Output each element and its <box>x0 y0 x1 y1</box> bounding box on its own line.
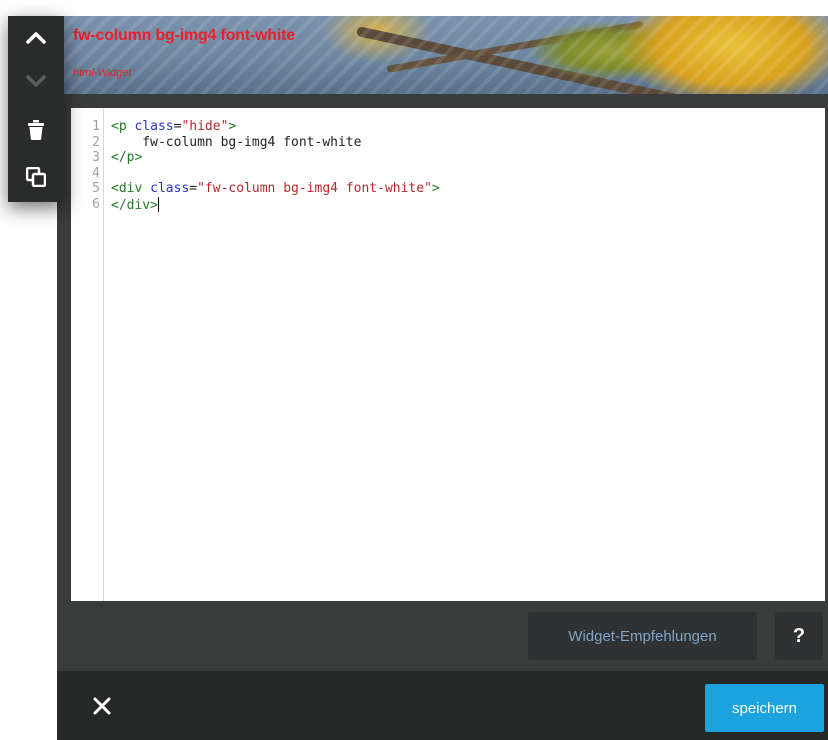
line-number: 2 <box>92 134 100 150</box>
line-numbers: 1 2 3 4 5 6 <box>71 108 104 601</box>
text-cursor <box>157 196 159 212</box>
code-editor[interactable]: 1 2 3 4 5 6 <p class="hide"> fw-column b… <box>71 108 825 601</box>
save-button[interactable]: speichern <box>705 684 824 732</box>
widget-editor-panel: fw-column bg-img4 font-white html-Widget… <box>57 16 828 740</box>
chevron-up-icon <box>26 32 46 44</box>
editor-footer: speichern <box>57 671 828 740</box>
close-button[interactable] <box>87 691 117 721</box>
widget-recommendations-button[interactable]: Widget-Empfehlungen <box>528 612 757 660</box>
widget-type-label: html-Widget <box>73 67 132 79</box>
line-number: 6 <box>92 196 100 212</box>
line-number: 1 <box>92 119 100 134</box>
duplicate-button[interactable] <box>8 159 64 195</box>
code-line: <div class="fw-column bg-img4 font-white… <box>111 181 440 196</box>
help-button[interactable]: ? <box>775 612 823 660</box>
line-number: 5 <box>92 181 100 196</box>
widget-title: fw-column bg-img4 font-white <box>73 27 295 44</box>
code-line: fw-column bg-img4 font-white <box>111 134 362 150</box>
move-up-button[interactable] <box>8 19 64 55</box>
close-icon <box>93 697 111 715</box>
code-line: </div> <box>111 196 159 213</box>
delete-button[interactable] <box>8 112 64 148</box>
chevron-down-icon <box>26 75 46 87</box>
trash-icon <box>28 120 44 140</box>
code-line: <p class="hide"> <box>111 119 237 134</box>
widget-toolbar <box>8 16 64 202</box>
line-number: 3 <box>92 150 100 165</box>
line-number: 4 <box>92 165 100 181</box>
code-line: </p> <box>111 150 143 165</box>
code-content[interactable]: <p class="hide"> fw-column bg-img4 font-… <box>104 108 440 601</box>
widget-header: fw-column bg-img4 font-white html-Widget <box>57 16 828 94</box>
move-down-button[interactable] <box>8 63 64 99</box>
copy-icon <box>26 167 46 187</box>
